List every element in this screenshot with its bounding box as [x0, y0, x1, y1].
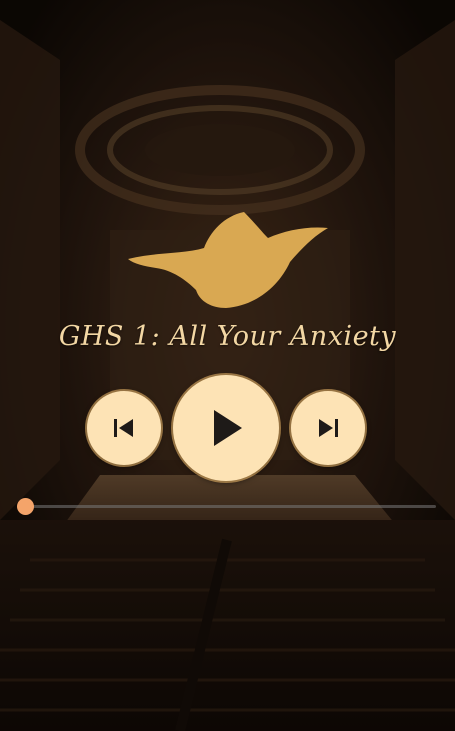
dove-icon — [128, 212, 328, 308]
progress-thumb[interactable] — [17, 498, 34, 515]
play-icon — [214, 410, 242, 446]
track-title: GHS 1: All Your Anxiety — [58, 321, 397, 352]
progress-track — [18, 505, 436, 508]
previous-button[interactable] — [87, 391, 161, 465]
skip-next-icon — [319, 419, 338, 437]
skip-previous-icon — [114, 419, 133, 437]
music-player-screen: GHS 1: All Your Anxiety — [0, 0, 455, 731]
play-button[interactable] — [173, 375, 279, 481]
progress-slider[interactable] — [17, 498, 436, 515]
dim-overlay — [0, 0, 455, 731]
next-button[interactable] — [291, 391, 365, 465]
